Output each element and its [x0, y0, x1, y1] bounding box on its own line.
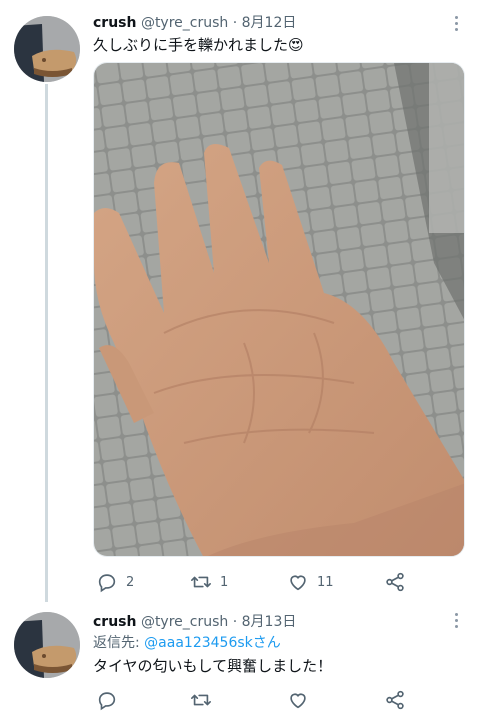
display-name[interactable]: crush — [93, 614, 136, 630]
tweet-text: 久しぶりに手を轢かれました😍 — [93, 36, 304, 54]
heart-icon — [290, 693, 306, 709]
reply-count: 2 — [126, 574, 135, 590]
like-count: 11 — [317, 574, 334, 590]
more-vertical-icon[interactable] — [446, 13, 466, 33]
share-button[interactable] — [384, 689, 406, 711]
share-button[interactable] — [384, 571, 406, 593]
share-icon — [386, 572, 404, 592]
handle[interactable]: @tyre_crush — [141, 15, 228, 31]
tweet-header: crush @tyre_crush · 8月13日 — [93, 613, 296, 631]
handle[interactable]: @tyre_crush — [141, 614, 228, 630]
display-name[interactable]: crush — [93, 15, 136, 31]
reply-context: 返信先: @aaa123456skさん — [93, 634, 281, 652]
separator: · — [232, 15, 238, 31]
like-button[interactable]: 11 — [287, 571, 334, 593]
more-vertical-icon[interactable] — [446, 610, 466, 630]
retweet-count: 1 — [220, 574, 229, 590]
timestamp[interactable]: 8月12日 — [242, 15, 297, 31]
separator: · — [232, 614, 238, 630]
retweet-button[interactable] — [190, 689, 212, 711]
thread-line — [45, 84, 48, 602]
tweet-text: タイヤの匂いもして興奮しました！ — [93, 657, 333, 675]
retweet-button[interactable]: 1 — [190, 571, 228, 593]
reply-button[interactable] — [96, 689, 118, 711]
retweet-icon — [191, 694, 211, 706]
avatar[interactable] — [14, 16, 80, 82]
timestamp[interactable]: 8月13日 — [242, 614, 297, 630]
speech-bubble-icon — [98, 574, 116, 593]
reply-handle-link[interactable]: @aaa123456skさん — [144, 635, 281, 651]
like-button[interactable] — [287, 689, 309, 711]
tweet-header: crush @tyre_crush · 8月12日 — [93, 14, 296, 32]
reply-prefix: 返信先: — [93, 635, 145, 651]
heart-icon — [290, 575, 306, 591]
reply-button[interactable]: 2 — [96, 571, 134, 593]
avatar[interactable] — [14, 612, 80, 678]
tweet-photo[interactable] — [93, 62, 465, 557]
retweet-icon — [191, 576, 211, 588]
speech-bubble-icon — [98, 692, 116, 711]
share-icon — [386, 690, 404, 710]
